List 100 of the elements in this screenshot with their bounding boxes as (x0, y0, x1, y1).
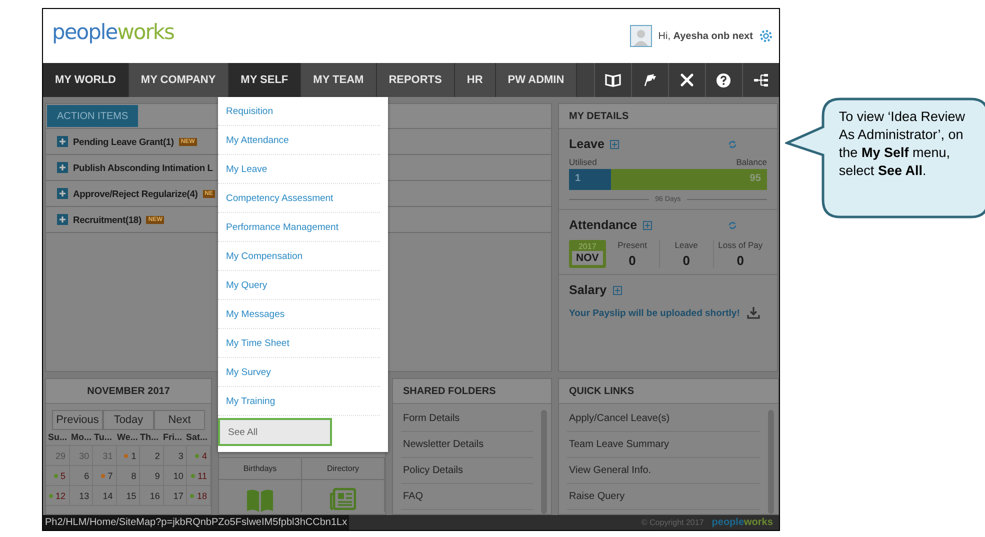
section-title: Attendance (569, 218, 638, 232)
greeting: Hi, Ayesha onb next (658, 30, 753, 42)
calendar-day[interactable]: 10 (164, 466, 188, 486)
calendar-title: NOVEMBER 2017 (46, 379, 211, 404)
menu-item[interactable]: Requisition (218, 97, 380, 126)
logo: peopleworks (52, 20, 174, 44)
calendar-day[interactable]: 3 (164, 446, 188, 466)
quick-link[interactable]: Apply/Cancel Leave(s) (567, 406, 760, 432)
nav-tab[interactable]: MY TEAM (301, 63, 377, 97)
nav-tab[interactable]: MY WORLD (43, 63, 129, 97)
nav-tab[interactable]: MY COMPANY (128, 63, 229, 97)
folder-link[interactable]: Form Details (401, 406, 533, 432)
nav-tab[interactable]: PW ADMIN (496, 63, 578, 97)
weekday-label: Mo... (71, 432, 92, 442)
calendar-day[interactable]: 16 (140, 486, 164, 506)
menu-item[interactable]: Competency Assessment (218, 184, 380, 213)
calendar-button[interactable]: Previous (52, 410, 103, 430)
folder-link[interactable]: Policy Details (401, 458, 533, 484)
expand-icon[interactable] (57, 188, 68, 199)
expand-icon[interactable] (57, 136, 68, 147)
expand-icon[interactable] (57, 214, 68, 225)
folder-link[interactable]: FAQ (401, 484, 533, 510)
menu-item[interactable]: My Survey (218, 358, 380, 387)
calendar-day[interactable]: 13 (70, 486, 94, 506)
utilised-label: Utilised (569, 157, 597, 167)
expand-icon[interactable] (643, 220, 652, 230)
section-title: Leave (569, 137, 604, 151)
tile-label[interactable]: Birthdays (219, 458, 302, 479)
stat-value: 0 (628, 253, 636, 268)
callout-text: To view ‘Idea Review As Administrator’, on the My Self menu, select See All. (838, 108, 966, 180)
calendar-button[interactable]: Today (103, 410, 154, 430)
calendar-day[interactable]: 5 (46, 466, 70, 486)
calendar-day[interactable]: 15 (116, 486, 140, 506)
calendar-day[interactable]: 2 (140, 446, 164, 466)
month-label: NOV (572, 251, 603, 265)
balance-label: Balance (736, 157, 767, 167)
menu-item[interactable]: My Time Sheet (218, 329, 380, 358)
stat-value: 0 (736, 253, 744, 268)
year-label: 2017 (578, 242, 596, 251)
action-item-label: Pending Leave Grant(1) (73, 136, 174, 147)
calendar-day[interactable]: 9 (140, 466, 164, 486)
menu-item[interactable]: My Attendance (218, 126, 380, 155)
weekday-label: Fri... (163, 432, 184, 442)
weekday-label: Tu... (94, 432, 113, 442)
menu-item[interactable]: My Compensation (218, 242, 380, 271)
calendar-day[interactable]: 7 (93, 466, 117, 486)
stat-label: Present (618, 240, 647, 250)
sitemap-icon[interactable] (742, 63, 779, 97)
scrollbar[interactable] (541, 410, 547, 514)
book-icon[interactable] (594, 63, 631, 97)
panel-title: SHARED FOLDERS (393, 379, 551, 404)
nav-tab[interactable]: HR (454, 63, 496, 97)
avatar-icon (630, 25, 652, 47)
help-icon[interactable] (704, 63, 742, 97)
stat-label: Loss of Pay (718, 240, 763, 250)
calendar-day[interactable]: 1 (116, 446, 140, 466)
menu-item[interactable]: See All (218, 418, 332, 446)
weekday-label: Th... (140, 432, 160, 442)
copyright-text: © Copyright 2017 (641, 518, 704, 527)
stat-label: Leave (674, 240, 698, 250)
expand-icon[interactable] (612, 286, 622, 294)
payslip-message[interactable]: Your Payslip will be uploaded shortly! (569, 308, 740, 318)
calendar-button[interactable]: Next (154, 410, 205, 430)
expand-icon[interactable] (57, 162, 68, 173)
download-icon[interactable] (746, 307, 760, 319)
action-items-tab[interactable]: ACTION ITEMS (47, 105, 138, 127)
settings-icon[interactable] (758, 29, 773, 43)
calendar-day[interactable]: 11 (187, 466, 211, 486)
weekday-label: Sat... (186, 432, 209, 442)
footer-logo: peopleworks (712, 517, 773, 528)
quick-link[interactable]: Raise Query (567, 484, 760, 510)
calendar-day[interactable]: 6 (70, 466, 94, 486)
menu-item[interactable]: Performance Management (218, 213, 380, 242)
quick-link[interactable]: View General Info. (567, 458, 760, 484)
utilised-value: 1 (575, 173, 581, 184)
calendar-day[interactable]: 12 (46, 486, 70, 506)
menu-item[interactable]: My Messages (218, 300, 380, 329)
expand-icon[interactable] (610, 140, 620, 148)
tile-label[interactable]: Directory (302, 458, 385, 479)
menu-item[interactable]: My Query (218, 271, 380, 300)
panel-title: MY DETAILS (559, 104, 777, 129)
section-title: Salary (569, 283, 607, 297)
nav-tab[interactable]: MY SELF (228, 63, 302, 97)
weekday-label: Su... (48, 432, 68, 442)
weekday-label: We... (117, 432, 139, 442)
calendar-day[interactable]: 14 (93, 486, 117, 506)
status-url: Ph2/HLM/Home/SiteMap?p=jkbRQnbPZo5FslweIM5fpbl3hCCbn1Lx (43, 515, 350, 530)
menu-item[interactable]: My Leave (218, 155, 380, 184)
scrollbar[interactable] (768, 410, 774, 514)
calendar-day[interactable]: 18 (187, 486, 211, 506)
stat-value: 0 (682, 253, 690, 268)
calendar-day[interactable]: 17 (164, 486, 188, 506)
quick-link[interactable]: Team Leave Summary (567, 432, 760, 458)
panel-title: QUICK LINKS (559, 379, 778, 404)
nav-tab[interactable]: REPORTS (376, 63, 455, 97)
action-item-label: Approve/Reject Regularize(4) (73, 188, 198, 199)
calendar-day[interactable]: 8 (116, 466, 140, 486)
calendar-day[interactable]: 4 (187, 446, 211, 466)
folder-link[interactable]: Newsletter Details (401, 432, 533, 458)
menu-item[interactable]: My Training (218, 387, 380, 416)
